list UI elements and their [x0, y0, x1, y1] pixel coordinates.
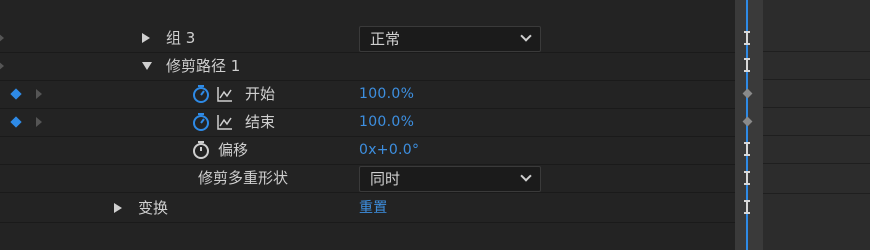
timeline-row-divider	[763, 163, 870, 164]
keyframe-diamond-icon[interactable]	[10, 116, 22, 128]
timeline-row-divider	[763, 107, 870, 108]
row-end[interactable]: 结束 100.0%	[0, 108, 735, 137]
stopwatch-icon[interactable]	[191, 140, 211, 160]
trim-multiple-label: 修剪多重形状	[198, 169, 289, 187]
timeline-area[interactable]	[735, 0, 870, 250]
start-label: 开始	[245, 85, 276, 103]
graph-icon[interactable]	[217, 114, 233, 130]
offset-value[interactable]: 0x+0.0°	[359, 136, 419, 164]
keyframe-nav-icon[interactable]	[0, 33, 4, 43]
stopwatch-icon[interactable]	[191, 112, 211, 132]
layer-bar-icon[interactable]	[744, 31, 750, 45]
trim-paths-label: 修剪路径 1	[166, 57, 241, 75]
timeline-row-divider	[763, 51, 870, 52]
start-value[interactable]: 100.0%	[359, 80, 414, 108]
chevron-down-icon	[520, 170, 532, 182]
expand-triangle-icon[interactable]	[114, 203, 122, 213]
trim-multiple-dropdown[interactable]: 同时	[359, 166, 541, 192]
blend-mode-dropdown[interactable]: 正常	[359, 26, 541, 52]
stopwatch-icon[interactable]	[191, 84, 211, 104]
next-keyframe-icon[interactable]	[36, 117, 42, 127]
timeline-row-divider	[763, 193, 870, 194]
graph-icon[interactable]	[217, 86, 233, 102]
row-trim-multiple[interactable]: 修剪多重形状 同时	[0, 164, 735, 193]
layer-bar-icon[interactable]	[744, 142, 750, 156]
row-start[interactable]: 开始 100.0%	[0, 80, 735, 109]
row-offset[interactable]: 偏移 0x+0.0°	[0, 136, 735, 165]
reset-link[interactable]: 重置	[359, 194, 388, 222]
timeline-row-divider	[763, 79, 870, 80]
timeline-row-divider	[763, 135, 870, 136]
end-value[interactable]: 100.0%	[359, 108, 414, 136]
keyframe-diamond-icon[interactable]	[10, 88, 22, 100]
offset-label: 偏移	[218, 141, 249, 159]
expand-triangle-icon[interactable]	[142, 33, 150, 43]
layer-bar-icon[interactable]	[744, 200, 750, 214]
trim-multiple-value: 同时	[370, 170, 401, 188]
row-transform[interactable]: 变换 重置	[0, 194, 735, 223]
group-label: 组 3	[166, 29, 196, 47]
layer-bar-icon[interactable]	[744, 58, 750, 72]
keyframe-nav-icon[interactable]	[0, 61, 4, 71]
row-group3[interactable]: 组 3 正常	[0, 24, 735, 53]
row-trim-paths[interactable]: 修剪路径 1	[0, 52, 735, 81]
collapse-triangle-icon[interactable]	[142, 62, 152, 70]
blend-mode-value: 正常	[370, 30, 401, 48]
next-keyframe-icon[interactable]	[36, 89, 42, 99]
end-label: 结束	[245, 113, 276, 131]
transform-label: 变换	[138, 199, 169, 217]
layer-bar-icon[interactable]	[744, 171, 750, 185]
chevron-down-icon	[520, 30, 532, 42]
layer-properties-panel: 组 3 正常 修剪路径 1 开始 100.0% 结束 100.0% 偏移 0x+…	[0, 0, 735, 250]
